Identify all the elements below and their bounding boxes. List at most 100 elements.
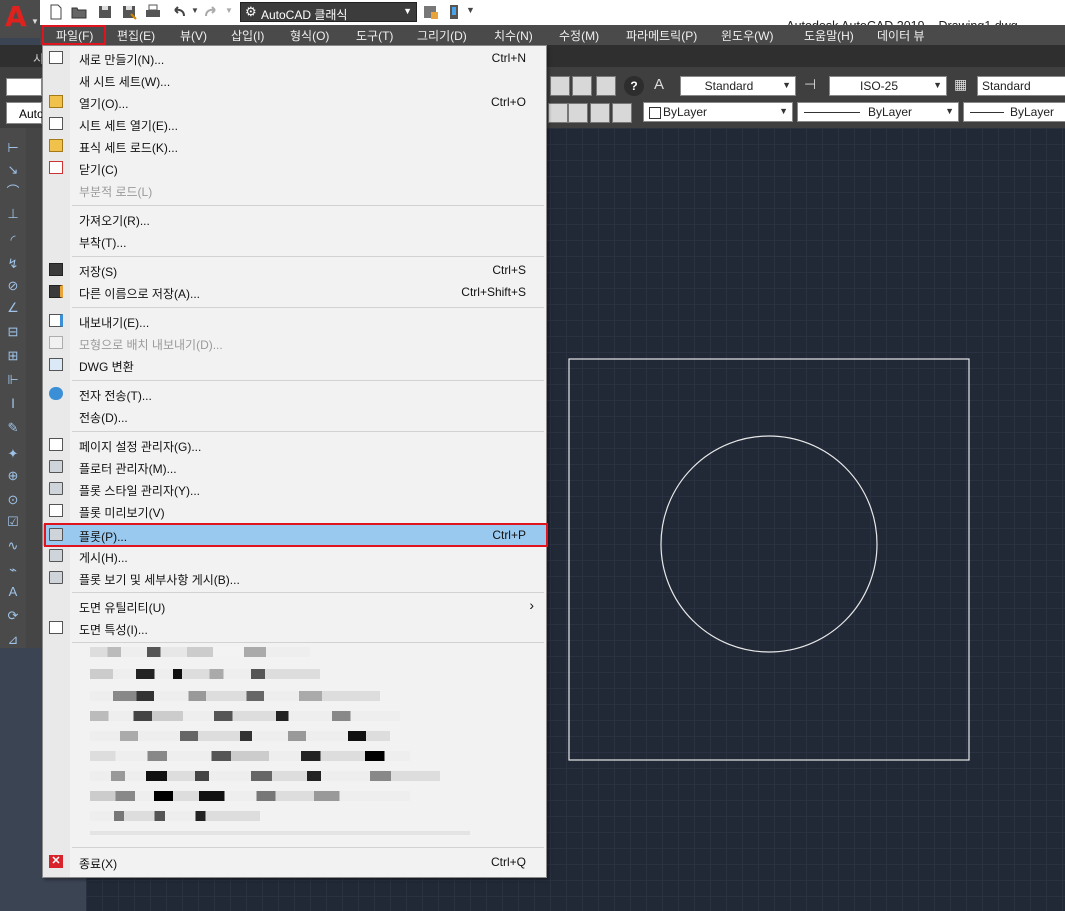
menu-item-shortcut: Ctrl+N (491, 51, 526, 65)
menu-tools[interactable]: 도구(T) (356, 27, 393, 44)
menu-help[interactable]: 도움말(H) (804, 27, 854, 44)
menu-item-plot-preview[interactable]: 플롯 미리보기(V) (43, 500, 546, 522)
toolbar-icon[interactable] (572, 76, 592, 96)
menu-item-new-sheet-set[interactable]: 새 시트 세트(W)... (43, 69, 546, 91)
menu-modify[interactable]: 수정(M) (559, 27, 599, 44)
open-icon[interactable] (70, 3, 88, 21)
edit-dim-icon[interactable]: ∿ (4, 538, 22, 554)
menu-item-load-markup[interactable]: 표식 세트 로드(K)... (43, 135, 546, 157)
plot-details-icon (49, 571, 63, 584)
menu-item-plotter-manager[interactable]: 플로터 관리자(M)... (43, 456, 546, 478)
help-icon[interactable]: ? (624, 76, 644, 96)
inspect-icon[interactable]: ⊙ (4, 492, 22, 508)
break-icon[interactable]: ✎ (4, 420, 22, 436)
print-icon[interactable] (144, 3, 162, 21)
menu-dimension[interactable]: 치수(N) (494, 27, 533, 44)
menu-data-view[interactable]: 데이터 뷰 (877, 27, 925, 44)
table-style-icon[interactable]: ▦ (954, 76, 974, 96)
layer-icon[interactable] (548, 103, 568, 123)
calculator-icon[interactable] (596, 76, 616, 96)
chevron-down-icon: ▼ (782, 80, 791, 90)
square-shape[interactable] (568, 358, 970, 761)
menu-item-plot-style-manager[interactable]: 플롯 스타일 관리자(Y)... (43, 478, 546, 500)
menu-item-open[interactable]: 열기(O)... Ctrl+O (43, 91, 546, 113)
menu-item-import[interactable]: 가져오기(R)... (43, 208, 546, 230)
menu-item-label: 부분적 로드(L) (79, 185, 153, 199)
customize-qat-icon[interactable]: ▼ (466, 5, 475, 15)
menu-window[interactable]: 윈도우(W) (721, 27, 773, 44)
text-style-dropdown[interactable]: Standard ▼ (680, 76, 796, 96)
dim-text-icon[interactable]: A (4, 584, 22, 600)
save-icon[interactable] (96, 3, 114, 21)
dim-style-icon[interactable]: ⊿ (4, 632, 22, 648)
etransmit-icon (49, 387, 63, 400)
center-mark-icon[interactable]: ⊕ (4, 468, 22, 484)
linetype-dropdown[interactable]: ByLayer ▼ (797, 102, 959, 122)
menu-item-exit[interactable]: ✕ 종료(X) Ctrl+Q (43, 851, 546, 873)
layer-match-icon[interactable] (612, 103, 632, 123)
menu-item-page-setup[interactable]: 페이지 설정 관리자(G)... (43, 434, 546, 456)
layer-dropdown-fragment[interactable]: Auto (6, 102, 44, 124)
menu-parametric[interactable]: 파라메트릭(P) (626, 27, 697, 44)
menu-item-dwg-convert[interactable]: DWG 변환 (43, 354, 546, 376)
menu-item-open-sheet-set[interactable]: 시트 세트 열기(E)... (43, 113, 546, 135)
menu-insert[interactable]: 삽입(I) (231, 27, 264, 44)
new-icon[interactable] (47, 3, 65, 21)
edit-text-icon[interactable]: ⌁ (4, 562, 22, 578)
diameter-icon[interactable]: ⊘ (4, 278, 22, 294)
text-style-icon[interactable]: A (654, 76, 676, 96)
lineweight-dropdown[interactable]: ByLayer (963, 102, 1065, 122)
publish-web-icon[interactable] (445, 3, 463, 21)
menu-item-plot-details[interactable]: 플롯 보기 및 세부사항 게시(B)... (43, 567, 546, 589)
redo-icon[interactable] (202, 3, 220, 21)
dim-style-dropdown[interactable]: ISO-25 ▼ (829, 76, 947, 96)
application-menu-button[interactable]: A ▼ (0, 0, 40, 38)
undo-dropdown-icon[interactable]: ▼ (191, 6, 199, 15)
menu-item-shortcut: Ctrl+O (490, 95, 526, 109)
update-icon[interactable]: ⟳ (4, 608, 22, 624)
undo-icon[interactable] (170, 3, 188, 21)
menu-edit[interactable]: 편집(E) (117, 27, 155, 44)
menu-item-close[interactable]: 닫기(C) (43, 157, 546, 179)
table-style-dropdown[interactable]: Standard (977, 76, 1065, 96)
quick-dim-icon[interactable]: ⊟ (4, 324, 22, 340)
menu-item-export[interactable]: 내보내기(E)... (43, 310, 546, 332)
save-as-icon[interactable] (120, 3, 138, 21)
layer-state-icon[interactable] (568, 103, 588, 123)
dim-style-icon[interactable]: ⊣ (804, 76, 826, 96)
menu-item-drawing-properties[interactable]: 도면 특성(I)... (43, 617, 546, 639)
circle-shape[interactable] (660, 435, 878, 653)
arc-length-icon[interactable]: ⌒ (4, 184, 22, 200)
continue-icon[interactable]: ⊩ (4, 372, 22, 388)
menu-item-attach[interactable]: 부착(T)... (43, 230, 546, 252)
menu-item-drawing-utilities[interactable]: 도면 유틸리티(U) › (43, 595, 546, 617)
standard-toolbar-fragment[interactable] (6, 78, 42, 96)
menu-format[interactable]: 형식(O) (290, 27, 329, 44)
menu-item-publish[interactable]: 게시(H)... (43, 545, 546, 567)
line-icon[interactable]: ⊢ (4, 140, 22, 156)
aligned-icon[interactable]: ↘ (4, 162, 22, 178)
menu-item-send[interactable]: 전송(D)... (43, 405, 546, 427)
redo-dropdown-icon[interactable]: ▼ (225, 6, 233, 15)
toolbar-icon[interactable] (550, 76, 570, 96)
menu-item-save[interactable]: 저장(S) Ctrl+S (43, 259, 546, 281)
color-dropdown[interactable]: ByLayer ▼ (643, 102, 793, 122)
tolerance-icon[interactable]: ✦ (4, 446, 22, 462)
workspace-dropdown[interactable]: ⚙ AutoCAD 클래식 ▼ (240, 2, 417, 22)
angular-icon[interactable]: ∠ (4, 300, 22, 316)
menu-view[interactable]: 뷰(V) (180, 27, 207, 44)
space-icon[interactable]: Ⅰ (4, 396, 22, 412)
layer-prev-icon[interactable] (590, 103, 610, 123)
menu-item-etransmit[interactable]: 전자 전송(T)... (43, 383, 546, 405)
chevron-down-icon: ▼ (945, 106, 954, 116)
jogged-icon[interactable]: ↯ (4, 256, 22, 272)
menu-item-save-as[interactable]: 다른 이름으로 저장(A)... Ctrl+Shift+S (43, 281, 546, 303)
menu-draw[interactable]: 그리기(D) (417, 27, 467, 44)
baseline-icon[interactable]: ⊞ (4, 348, 22, 364)
menu-item-new[interactable]: 새로 만들기(N)... Ctrl+N (43, 47, 546, 69)
jogged-linear-icon[interactable]: ☑ (4, 514, 22, 530)
share-icon[interactable] (422, 3, 440, 21)
ordinate-icon[interactable]: ⊥ (4, 206, 22, 222)
radius-icon[interactable]: ◜ (4, 232, 22, 248)
plot-style-icon (49, 482, 63, 495)
